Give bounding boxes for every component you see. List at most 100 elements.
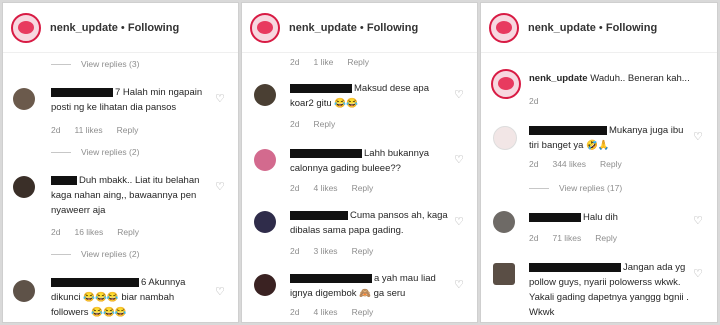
heart-icon[interactable]: ♡: [215, 285, 225, 298]
user-avatar[interactable]: [254, 274, 276, 296]
comment-meta: 2d 71 likes Reply: [529, 233, 631, 243]
post-panel-1: nenk_update • Following View replies (3)…: [2, 2, 239, 323]
redacted-username: [51, 277, 139, 287]
profile-avatar[interactable]: [250, 12, 280, 43]
redacted-username: [290, 148, 362, 158]
user-avatar[interactable]: [13, 280, 35, 302]
caption-avatar[interactable]: [491, 69, 521, 99]
like-count[interactable]: 3 likes: [313, 246, 337, 256]
like-count[interactable]: 344 likes: [552, 159, 586, 169]
comment-text: Duh mbakk.. Liat itu belahan kaga nahan …: [51, 175, 200, 216]
header-separator: •: [120, 21, 125, 34]
user-avatar[interactable]: [254, 211, 276, 233]
comment-meta: 2d 1 like Reply: [290, 57, 383, 67]
comment-text: Jangan ada yg pollow guys, nyarii polowe…: [529, 262, 689, 318]
user-avatar[interactable]: [13, 88, 35, 110]
reply-button[interactable]: Reply: [595, 233, 617, 243]
like-count[interactable]: 16 likes: [74, 227, 103, 237]
reply-button[interactable]: Reply: [117, 125, 139, 135]
comment-text: 6 Akunnya dikunci 😂😂😂 biar nambah follow…: [51, 277, 186, 318]
comment-time: 2d: [529, 233, 539, 243]
user-avatar[interactable]: [493, 211, 515, 233]
redacted-username: [529, 212, 581, 222]
follow-status[interactable]: Following: [367, 22, 418, 34]
heart-icon[interactable]: ♡: [693, 214, 703, 227]
redacted-username: [51, 175, 77, 185]
comment-time: 2d: [290, 119, 300, 129]
reply-button[interactable]: Reply: [117, 227, 139, 237]
heart-icon[interactable]: ♡: [454, 88, 464, 101]
redacted-username: [529, 125, 607, 135]
heart-icon[interactable]: ♡: [693, 267, 703, 280]
header-separator: •: [598, 21, 603, 34]
post-header: nenk_update • Following: [481, 3, 717, 53]
heart-icon[interactable]: ♡: [454, 278, 464, 291]
comment-meta: 2d 3 likes Reply: [290, 246, 387, 256]
post-header: nenk_update • Following: [3, 3, 238, 53]
user-avatar[interactable]: [493, 126, 517, 150]
like-count[interactable]: 4 likes: [313, 307, 337, 317]
caption-time: 2d: [529, 96, 539, 106]
view-replies-link[interactable]: View replies (2): [51, 249, 139, 259]
like-count[interactable]: 4 likes: [313, 183, 337, 193]
profile-avatar[interactable]: [11, 12, 41, 43]
heart-icon[interactable]: ♡: [693, 130, 703, 143]
comment-time: 2d: [290, 183, 300, 193]
comment-meta: 2d 4 likes Reply: [290, 183, 387, 193]
header-username[interactable]: nenk_update: [289, 22, 357, 34]
redacted-username: [290, 273, 372, 283]
post-panel-2: nenk_update • Following 2d 1 like Reply Ma…: [241, 2, 478, 323]
user-avatar[interactable]: [493, 263, 515, 285]
comment-meta: 2d 4 likes Reply: [290, 307, 387, 317]
caption-username[interactable]: nenk_update: [529, 73, 588, 84]
reply-button[interactable]: Reply: [313, 119, 335, 129]
comment-text: Cuma pansos ah, kaga dibalas sama papa g…: [290, 210, 448, 236]
like-count[interactable]: 11 likes: [74, 125, 102, 135]
comment-text: Halu dih: [529, 210, 689, 225]
redacted-username: [290, 83, 352, 93]
view-replies-link[interactable]: View replies (2): [51, 147, 139, 157]
header-separator: •: [359, 21, 364, 34]
comment-meta: 2d Reply: [290, 119, 349, 129]
reply-button[interactable]: Reply: [600, 159, 622, 169]
comment-text: Mukanya juga ibu tiri banget ya 🤣🙏: [529, 125, 684, 151]
like-count[interactable]: 71 likes: [552, 233, 581, 243]
comment-text: 7 Halah min ngapain posti ng ke lihatan …: [51, 87, 203, 113]
comment-text: Maksud dese apa koar2 gitu 😂😂: [290, 83, 429, 109]
comment-time: 2d: [290, 57, 300, 67]
comment-text: a yah mau liad ignya digembok 🙈 ga seru: [290, 273, 436, 299]
caption-text: nenk_update Waduh.. Beneran kah...: [529, 73, 690, 84]
header-username[interactable]: nenk_update: [50, 22, 118, 34]
redacted-username: [290, 210, 348, 220]
user-avatar[interactable]: [254, 149, 276, 171]
view-replies-link[interactable]: View replies (3): [51, 59, 139, 69]
comment-time: 2d: [51, 227, 61, 237]
comment-time: 2d: [290, 307, 300, 317]
user-avatar[interactable]: [13, 176, 35, 198]
comment-time: 2d: [529, 159, 539, 169]
follow-status[interactable]: Following: [128, 22, 179, 34]
heart-icon[interactable]: ♡: [215, 180, 225, 193]
comment-meta: 2d 344 likes Reply: [529, 159, 636, 169]
header-username[interactable]: nenk_update: [528, 22, 596, 34]
heart-icon[interactable]: ♡: [215, 92, 225, 105]
comment-time: 2d: [51, 125, 61, 135]
reply-button[interactable]: Reply: [352, 183, 374, 193]
profile-avatar[interactable]: [489, 12, 519, 43]
heart-icon[interactable]: ♡: [454, 215, 464, 228]
reply-button[interactable]: Reply: [352, 246, 374, 256]
comment-text: Lahh bukannya calonnya gading buleee??: [290, 148, 429, 174]
like-count[interactable]: 1 like: [313, 57, 333, 67]
reply-button[interactable]: Reply: [352, 307, 374, 317]
post-header: nenk_update • Following: [242, 3, 477, 53]
comment-meta: 2d 16 likes Reply: [51, 227, 153, 237]
redacted-username: [529, 262, 621, 272]
reply-button[interactable]: Reply: [347, 57, 369, 67]
comment-time: 2d: [290, 246, 300, 256]
view-replies-link[interactable]: View replies (17): [529, 183, 622, 193]
comment-meta: 2d 11 likes Reply: [51, 125, 152, 135]
follow-status[interactable]: Following: [606, 22, 657, 34]
heart-icon[interactable]: ♡: [454, 153, 464, 166]
post-panel-3: nenk_update • Following nenk_update Wadu…: [480, 2, 718, 323]
user-avatar[interactable]: [254, 84, 276, 106]
